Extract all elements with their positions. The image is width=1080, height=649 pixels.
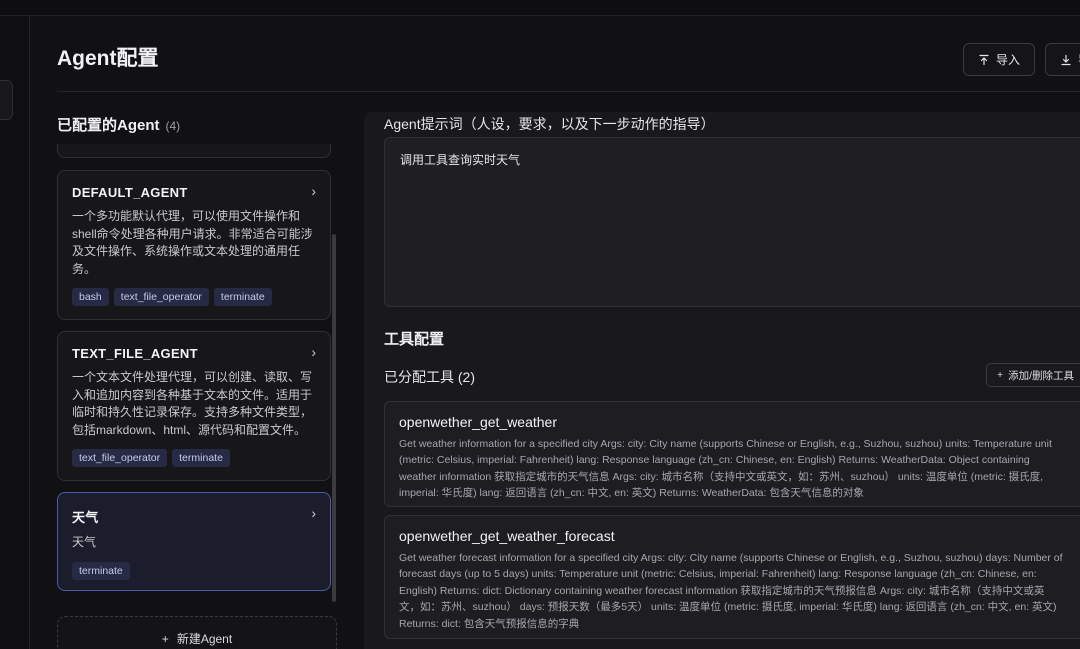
tool-tag: terminate (213, 288, 272, 306)
sidebar-nav-item[interactable] (0, 80, 13, 120)
chevron-right-icon: › (311, 183, 316, 199)
tool-card-get-weather[interactable]: openwether_get_weather Get weather infor… (384, 401, 1080, 507)
agent-list-title: 已配置的Agent (4) (57, 114, 180, 135)
import-label: 导入 (996, 53, 1021, 67)
tools-section-title: 工具配置 (384, 331, 445, 348)
tool-description: Get weather information for a specified … (399, 438, 1052, 500)
add-remove-tools-label: 添加/删除工具 (1008, 369, 1075, 382)
prompt-label: Agent提示词（人设，要求，以及下一步动作的指导） (384, 116, 715, 132)
agent-card-weather[interactable]: 天气 › 天气 terminate (57, 492, 331, 591)
header-divider (57, 91, 1080, 92)
assigned-tools-label: 已分配工具 (2) (384, 369, 475, 385)
agent-name: TEXT_FILE_AGENT (72, 346, 198, 361)
tool-name: openwether_get_weather (399, 414, 558, 430)
tool-tag: terminate (172, 449, 230, 467)
tool-card-get-weather-forecast[interactable]: openwether_get_weather_forecast Get weat… (384, 515, 1080, 639)
agent-tags: text_file_operator terminate (72, 449, 316, 467)
page-title: Agent配置 (57, 47, 159, 70)
agent-description: 一个多功能默认代理，可以使用文件操作和shell命令处理各种用户请求。非常适合可… (72, 209, 313, 276)
tool-tag: terminate (72, 561, 130, 580)
export-button[interactable]: 导 (1045, 43, 1080, 76)
app-sidebar (0, 16, 30, 649)
add-remove-tools-button[interactable]: + 添加/删除工具 (986, 363, 1080, 387)
agent-card-text-file[interactable]: TEXT_FILE_AGENT › 一个文本文件处理代理，可以创建、读取、写入和… (57, 331, 331, 481)
new-agent-button[interactable]: + 新建Agent (57, 616, 337, 649)
agent-description: 天气 (72, 535, 97, 549)
upload-icon (979, 54, 989, 65)
tool-tag: bash (72, 288, 109, 306)
tool-description: Get weather forecast information for a s… (399, 552, 1063, 630)
plus-icon: + (997, 369, 1004, 381)
tool-name: openwether_get_weather_forecast (399, 528, 615, 544)
import-button[interactable]: 导入 (963, 43, 1035, 76)
agent-tags: bash text_file_operator terminate (72, 288, 316, 306)
agent-card-hidden[interactable] (57, 144, 331, 158)
top-bar (0, 0, 1080, 16)
agent-name: DEFAULT_AGENT (72, 185, 188, 200)
chevron-right-icon: › (311, 505, 316, 521)
chevron-right-icon: › (311, 344, 316, 360)
agent-card-default[interactable]: DEFAULT_AGENT › 一个多功能默认代理，可以使用文件操作和shell… (57, 170, 331, 320)
download-icon (1061, 54, 1071, 65)
agent-list-title-text: 已配置的Agent (57, 117, 160, 134)
tool-tag: text_file_operator (113, 288, 209, 306)
agent-list: DEFAULT_AGENT › 一个多功能默认代理，可以使用文件操作和shell… (57, 144, 333, 596)
agent-tags: terminate (72, 561, 316, 580)
new-agent-label: 新建Agent (176, 632, 233, 646)
prompt-textarea[interactable]: 调用工具查询实时天气 (384, 137, 1080, 307)
agent-description: 一个文本文件处理代理，可以创建、读取、写入和追加内容到各种基于文本的文件。适用于… (72, 370, 313, 437)
agent-name: 天气 (72, 510, 99, 525)
agent-list-scrollbar[interactable] (332, 234, 336, 602)
tool-tag: text_file_operator (72, 449, 168, 467)
plus-icon: + (161, 631, 169, 646)
agent-count: (4) (165, 119, 181, 133)
